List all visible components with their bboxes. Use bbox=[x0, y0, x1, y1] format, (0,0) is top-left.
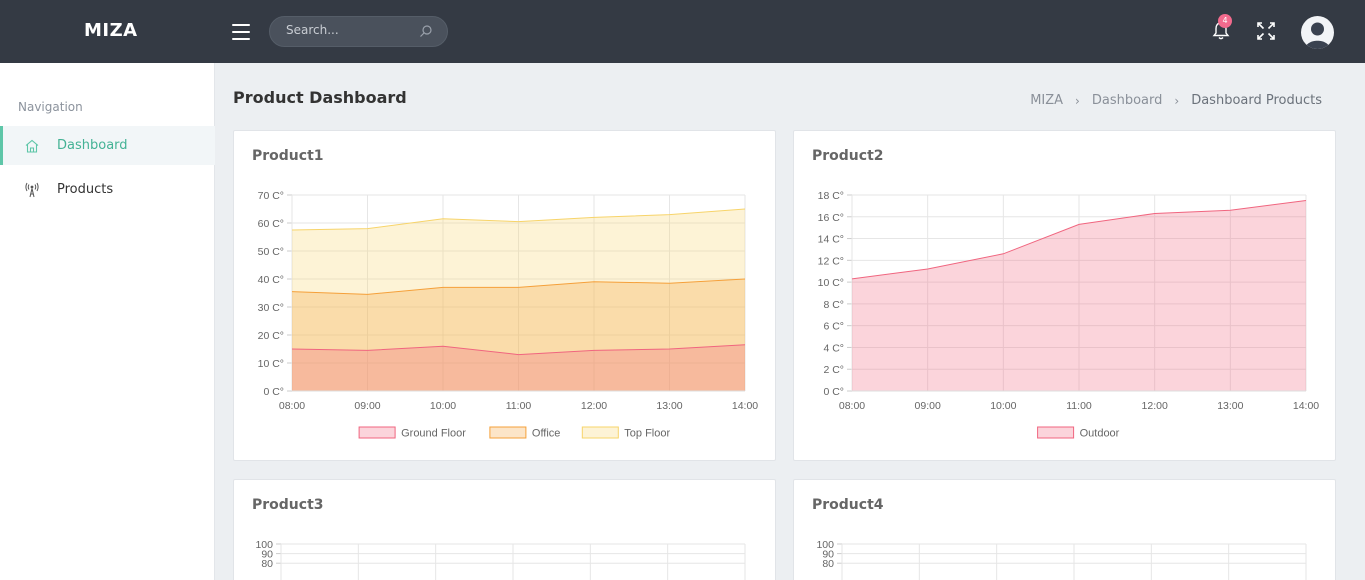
y-tick-label: 0 C° bbox=[823, 386, 844, 398]
y-tick-label: 6 C° bbox=[823, 321, 844, 333]
y-tick-label: 4 C° bbox=[823, 342, 844, 354]
x-tick-label: 10:00 bbox=[990, 400, 1016, 412]
y-tick-label: 40 C° bbox=[258, 274, 284, 286]
chevron-right-icon: › bbox=[1174, 93, 1180, 108]
chart-card-product4: Product4 100 90 80 bbox=[793, 479, 1336, 580]
y-tick-label: 14 C° bbox=[818, 234, 844, 246]
x-tick-label: 11:00 bbox=[1066, 400, 1092, 412]
legend-swatch bbox=[1037, 426, 1075, 439]
nav-heading: Navigation bbox=[18, 100, 83, 114]
sidebar-item-products[interactable]: Products bbox=[0, 170, 215, 209]
sidebar: Navigation Dashboard Products bbox=[0, 63, 215, 580]
product3-chart: 1009080 bbox=[255, 539, 746, 580]
y-tick-label: 30 C° bbox=[258, 302, 284, 314]
product2-chart: 0 C° 2 C° 4 C° 6 C° 8 C° 10 C° 12 C° 14 C° 16 C°… bbox=[818, 190, 1320, 440]
series-area bbox=[852, 200, 1306, 391]
legend-label: Outdoor bbox=[1080, 428, 1120, 440]
chart-card-product3: Product3 100 90 80 bbox=[233, 479, 776, 580]
notification-badge: 4 bbox=[1218, 14, 1232, 28]
brand-logo[interactable]: MIZA bbox=[84, 20, 138, 41]
y-tick-label: 50 C° bbox=[258, 246, 284, 258]
chevron-right-icon: › bbox=[1075, 93, 1080, 108]
product1-chart: 0 C° 10 C° 20 C° 30 C° 40 C° 50 C° 60 C° 70 C° 0… bbox=[258, 190, 759, 440]
product4-chart: 1009080 bbox=[816, 539, 1307, 580]
user-avatar-icon bbox=[1305, 22, 1330, 49]
y-tick-label: 10 C° bbox=[258, 358, 284, 370]
y-tick-label: 16 C° bbox=[818, 212, 844, 224]
y-tick-label: 12 C° bbox=[818, 255, 844, 267]
search-input[interactable] bbox=[286, 23, 416, 37]
chart-card-product1: Product1 0 C° 10 C° 20 C° 30 C° 40 C° 50 C° 60… bbox=[233, 130, 776, 461]
breadcrumb: MIZA › Dashboard › Dashboard Products bbox=[1030, 93, 1322, 108]
x-tick-label: 08:00 bbox=[839, 400, 865, 412]
x-tick-label: 12:00 bbox=[1142, 400, 1168, 412]
x-tick-label: 14:00 bbox=[1293, 400, 1319, 412]
sidebar-item-dashboard[interactable]: Dashboard bbox=[0, 126, 215, 165]
y-tick-label: 2 C° bbox=[823, 364, 844, 376]
sidebar-item-label: Products bbox=[57, 182, 114, 197]
search-box[interactable] bbox=[269, 16, 448, 47]
x-tick-label: 09:00 bbox=[354, 400, 380, 412]
legend-label: Office bbox=[532, 428, 561, 440]
y-tick-label: 0 C° bbox=[263, 386, 284, 398]
x-tick-label: 11:00 bbox=[506, 400, 532, 412]
y-tick-label: 80 bbox=[261, 558, 273, 570]
search-icon[interactable] bbox=[419, 24, 433, 38]
legend-label: Top Floor bbox=[624, 428, 670, 440]
legend-label: Ground Floor bbox=[401, 428, 466, 440]
x-tick-label: 14:00 bbox=[732, 400, 758, 412]
y-tick-label: 80 bbox=[822, 558, 834, 570]
y-tick-label: 20 C° bbox=[258, 330, 284, 342]
y-tick-label: 18 C° bbox=[818, 190, 844, 202]
y-tick-label: 8 C° bbox=[823, 299, 844, 311]
x-tick-label: 09:00 bbox=[915, 400, 941, 412]
y-tick-label: 70 C° bbox=[258, 190, 284, 202]
fullscreen-icon[interactable] bbox=[1257, 22, 1275, 40]
sidebar-item-label: Dashboard bbox=[57, 138, 128, 153]
breadcrumb-item[interactable]: Dashboard bbox=[1092, 93, 1163, 108]
legend-swatch bbox=[358, 426, 396, 439]
breadcrumb-item[interactable]: MIZA bbox=[1030, 93, 1063, 108]
y-tick-label: 60 C° bbox=[258, 218, 284, 230]
x-tick-label: 13:00 bbox=[656, 400, 682, 412]
legend-swatch bbox=[489, 426, 527, 439]
menu-toggle-icon[interactable] bbox=[232, 24, 250, 40]
x-tick-label: 13:00 bbox=[1217, 400, 1243, 412]
chart-card-product2: Product2 0 C° 2 C° 4 C° 6 C° 8 C° 10 C° 12 C° 1… bbox=[793, 130, 1336, 461]
x-tick-label: 10:00 bbox=[430, 400, 456, 412]
y-tick-label: 10 C° bbox=[818, 277, 844, 289]
user-avatar[interactable] bbox=[1301, 16, 1334, 49]
legend-swatch bbox=[581, 426, 619, 439]
page-title: Product Dashboard bbox=[233, 88, 407, 107]
breadcrumb-current: Dashboard Products bbox=[1191, 93, 1322, 108]
top-navbar: MIZA 4 bbox=[0, 0, 1365, 63]
x-tick-label: 08:00 bbox=[279, 400, 305, 412]
home-icon bbox=[25, 139, 39, 153]
x-tick-label: 12:00 bbox=[581, 400, 607, 412]
antenna-icon bbox=[25, 182, 39, 198]
